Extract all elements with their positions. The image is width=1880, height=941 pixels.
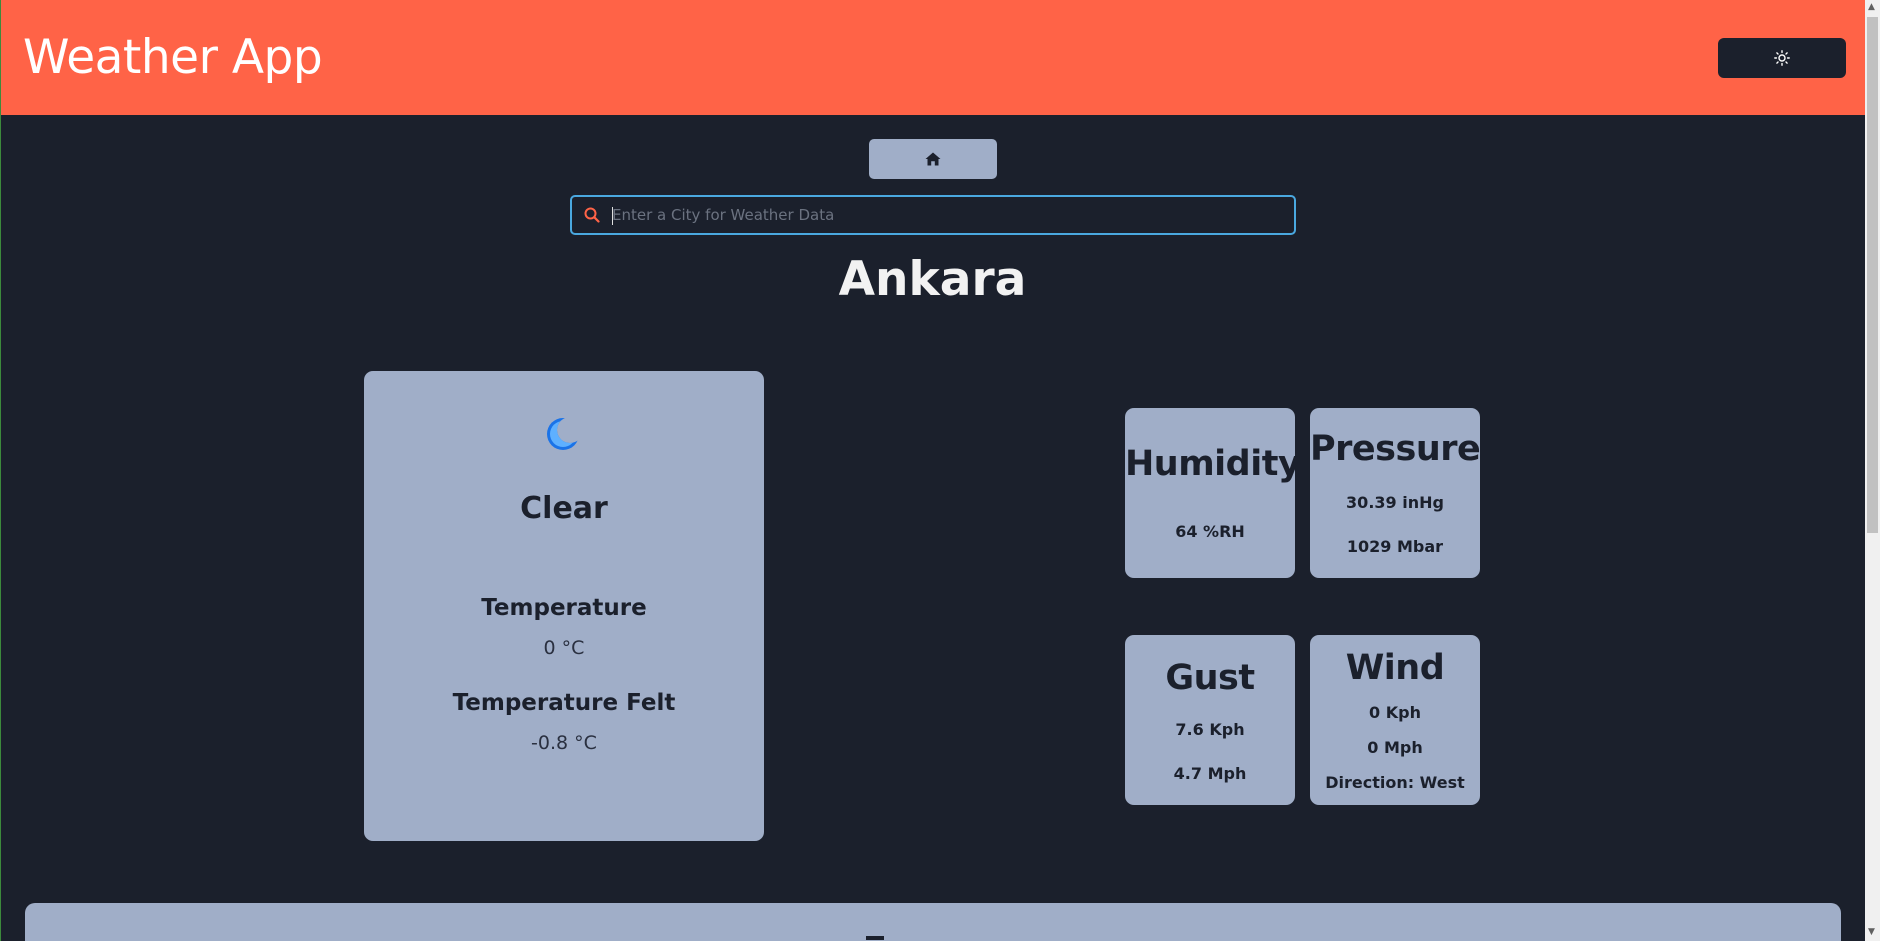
- scroll-up-arrow-icon[interactable]: ▲: [1868, 3, 1875, 12]
- wind-direction: Direction: West: [1325, 773, 1465, 792]
- page-scrollbar[interactable]: ▲ ▼: [1865, 0, 1880, 941]
- app-header: Weather App: [1, 0, 1865, 115]
- search-input[interactable]: [604, 197, 1294, 233]
- scrollbar-thumb[interactable]: [1867, 17, 1878, 533]
- temperature-felt-value: -0.8 °C: [531, 732, 597, 754]
- home-icon: [925, 152, 941, 166]
- pressure-inhg-value: 30.39 inHg: [1346, 493, 1444, 512]
- current-weather-card: Clear Temperature 0 °C Temperature Felt …: [364, 371, 764, 841]
- humidity-card: Humidity 64 %RH: [1125, 408, 1301, 578]
- pressure-card: Pressure 30.39 inHg 1029 Mbar: [1310, 408, 1481, 578]
- gust-card: Gust 7.6 Kph 4.7 Mph: [1125, 635, 1295, 805]
- sun-icon: [1774, 50, 1790, 66]
- humidity-value: 64 %RH: [1175, 522, 1245, 541]
- city-name: Ankara: [838, 252, 1027, 307]
- pressure-title: Pressure: [1310, 429, 1481, 469]
- gust-title: Gust: [1165, 658, 1255, 698]
- gust-mph-value: 4.7 Mph: [1173, 764, 1247, 783]
- weather-condition: Clear: [520, 491, 608, 526]
- panel-mark: [866, 936, 884, 940]
- wind-card: Wind 0 Kph 0 Mph Direction: West: [1310, 635, 1480, 805]
- search-box[interactable]: [570, 195, 1296, 235]
- temperature-label: Temperature: [481, 595, 647, 621]
- forecast-panel: [25, 903, 1841, 941]
- window-edge: [0, 0, 1, 941]
- home-button[interactable]: [869, 139, 997, 179]
- text-caret: [612, 207, 613, 225]
- moon-icon: [547, 418, 579, 450]
- temperature-felt-label: Temperature Felt: [452, 690, 676, 716]
- app-title: Weather App: [23, 30, 323, 85]
- gust-kph-value: 7.6 Kph: [1175, 720, 1245, 739]
- pressure-mbar-value: 1029 Mbar: [1346, 537, 1444, 556]
- wind-kph-value: 0 Kph: [1369, 703, 1421, 722]
- temperature-value: 0 °C: [543, 637, 585, 659]
- scroll-down-arrow-icon[interactable]: ▼: [1868, 928, 1875, 937]
- search-icon: [584, 205, 604, 225]
- theme-toggle-button[interactable]: [1718, 38, 1846, 78]
- wind-title: Wind: [1345, 648, 1445, 688]
- wind-mph-value: 0 Mph: [1367, 738, 1423, 757]
- humidity-title: Humidity: [1125, 444, 1301, 484]
